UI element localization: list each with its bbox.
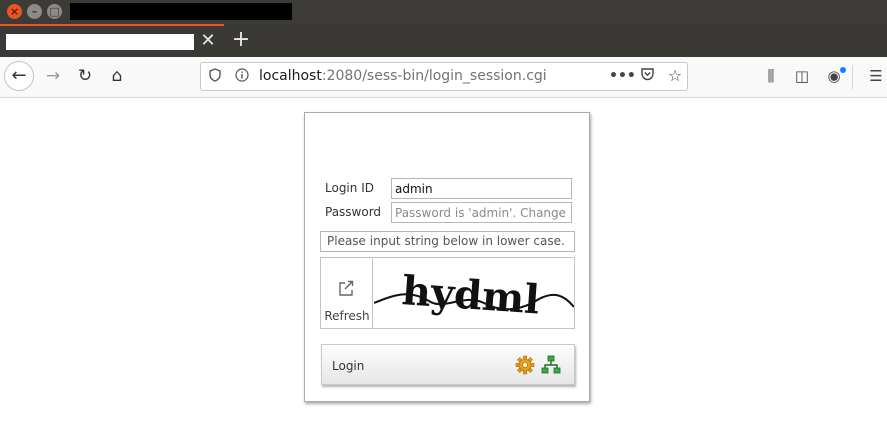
login-button[interactable]: Login (321, 344, 575, 385)
url-path: :2080/sess-bin/login_session.cgi (321, 68, 547, 84)
url-bar[interactable]: localhost:2080/sess-bin/login_session.cg… (200, 62, 688, 91)
tab-strip: ✕ + (0, 24, 887, 57)
navigation-toolbar: ← → ↻ ⌂ localhost:2080/sess-bin/login_se… (0, 57, 887, 98)
tab-title-redacted (6, 34, 194, 50)
settings-gear-icon[interactable] (515, 355, 535, 375)
refresh-label: Refresh (324, 309, 370, 323)
window-titlebar: × – □ (0, 0, 887, 24)
share-refresh-icon (339, 280, 354, 296)
window-minimize-button[interactable]: – (27, 4, 42, 19)
home-button[interactable]: ⌂ (105, 64, 129, 88)
url-host: localhost (259, 68, 322, 84)
pocket-icon[interactable] (637, 67, 657, 86)
window-maximize-button[interactable]: □ (47, 4, 62, 19)
library-icon[interactable]: ⫼ (760, 65, 782, 87)
network-share-icon[interactable] (541, 355, 561, 375)
password-label: Password (325, 205, 382, 219)
captcha-hint[interactable]: Please input string below in lower case. (320, 231, 575, 252)
login-id-input[interactable] (391, 178, 572, 199)
reload-button[interactable]: ↻ (73, 64, 97, 88)
bookmark-star-icon[interactable]: ☆ (665, 66, 685, 86)
login-button-label: Login (332, 359, 365, 373)
url-text[interactable]: localhost:2080/sess-bin/login_session.cg… (259, 68, 547, 85)
tracking-shield-icon[interactable] (207, 68, 223, 85)
page-actions-more-icon[interactable]: ••• (609, 67, 636, 86)
password-input[interactable] (391, 202, 572, 223)
sidebar-toggle-icon[interactable]: ◫ (791, 65, 813, 87)
site-info-icon[interactable] (234, 68, 250, 85)
back-button[interactable]: ← (4, 61, 34, 91)
window-title-redacted (70, 3, 292, 20)
login-panel: Login ID Password Please input string be… (304, 112, 590, 402)
toolbar-separator (852, 65, 853, 89)
tab-active[interactable]: ✕ (0, 24, 224, 57)
window-close-button[interactable]: × (7, 4, 22, 19)
new-tab-button[interactable]: + (231, 29, 251, 51)
forward-button[interactable]: → (41, 64, 65, 88)
hamburger-menu-icon[interactable]: ☰ (865, 65, 887, 87)
tab-close-icon[interactable]: ✕ (200, 32, 216, 50)
captcha-image: hydml (374, 267, 574, 324)
captcha-area: Refresh hydml (320, 257, 575, 329)
notification-dot (840, 67, 846, 73)
login-id-label: Login ID (325, 181, 374, 195)
captcha-refresh-button[interactable]: Refresh (321, 258, 373, 328)
captcha-text: hydml (400, 267, 541, 323)
